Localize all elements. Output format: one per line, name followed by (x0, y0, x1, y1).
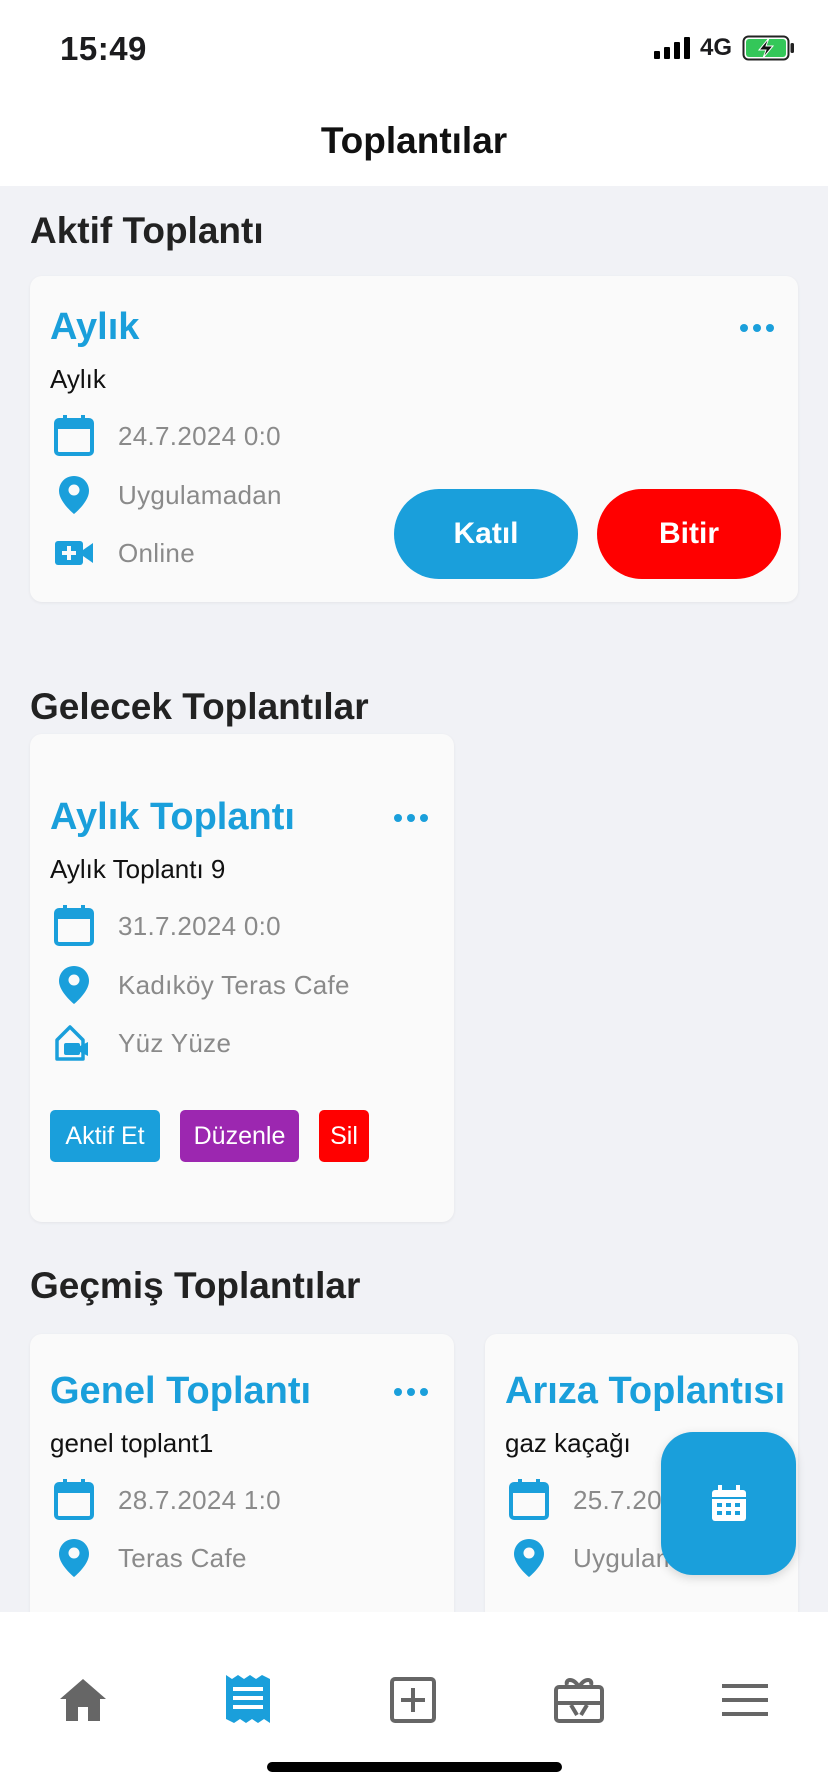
calendar-icon (711, 1484, 746, 1521)
tab-gifts[interactable] (551, 1672, 607, 1728)
activate-button[interactable]: Aktif Et (50, 1110, 160, 1162)
gift-card-icon (554, 1678, 604, 1723)
network-label: 4G (699, 34, 732, 61)
active-meeting-card[interactable]: Aylık Aylık 24.7.2024 0:0 Uygulamadan On… (30, 276, 798, 602)
location-pin-icon (50, 961, 98, 1009)
meeting-location: Uygulamadan (118, 479, 282, 510)
meeting-mode: Yüz Yüze (118, 1027, 232, 1058)
video-call-icon (50, 529, 98, 577)
meeting-subtitle: gaz kaçağı (505, 1428, 631, 1458)
calendar-icon (50, 902, 98, 950)
status-bar: 15:49 4G (0, 0, 828, 96)
meeting-title: Genel Toplantı (50, 1370, 312, 1412)
menu-icon (722, 1684, 768, 1716)
meeting-date: 25.7.20 (573, 1484, 662, 1515)
join-button[interactable]: Katıl (394, 489, 578, 579)
more-options-icon[interactable] (394, 1388, 428, 1396)
meeting-location: Kadıköy Teras Cafe (118, 969, 350, 1000)
meeting-title: Aylık Toplantı (50, 796, 295, 838)
tab-home[interactable] (55, 1672, 111, 1728)
meeting-subtitle: Aylık (50, 364, 106, 394)
home-indicator (267, 1762, 562, 1772)
meeting-room-icon (50, 1019, 98, 1067)
meeting-date: 28.7.2024 1:0 (118, 1484, 281, 1515)
meeting-date-row: 25.7.20 (505, 1476, 662, 1524)
end-button[interactable]: Bitir (597, 489, 781, 579)
location-pin-icon (50, 1534, 98, 1582)
meeting-location-row: Uygulam (505, 1534, 678, 1582)
signal-icon (653, 37, 690, 59)
meeting-subtitle: genel toplant1 (50, 1428, 214, 1458)
calendar-icon (505, 1476, 553, 1524)
tab-menu[interactable] (717, 1672, 773, 1728)
edit-button[interactable]: Düzenle (180, 1110, 299, 1162)
past-meetings-heading: Geçmiş Toplantılar (30, 1265, 361, 1306)
add-box-icon (390, 1677, 436, 1723)
more-options-icon[interactable] (740, 324, 774, 332)
meeting-mode-row: Online (50, 529, 195, 577)
battery-charging-icon (742, 35, 794, 61)
calendar-icon (50, 1476, 98, 1524)
status-indicators: 4G (653, 34, 796, 62)
status-time: 15:49 (60, 30, 147, 67)
receipt-icon (226, 1675, 270, 1723)
meeting-date: 24.7.2024 0:0 (118, 420, 281, 451)
page-title: Toplantılar (320, 120, 508, 161)
meeting-mode-row: Yüz Yüze (50, 1019, 231, 1067)
meeting-date: 31.7.2024 0:0 (118, 910, 281, 941)
delete-button[interactable]: Sil (319, 1110, 369, 1162)
navigation-bar: Toplantılar (0, 96, 828, 186)
upcoming-meeting-card[interactable]: Aylık Toplantı Aylık Toplantı 9 31.7.202… (30, 734, 454, 1222)
new-meeting-fab[interactable] (661, 1432, 796, 1575)
upcoming-meetings-heading: Gelecek Toplantılar (30, 686, 369, 727)
location-pin-icon (50, 471, 98, 519)
calendar-icon (50, 412, 98, 460)
meeting-date-row: 24.7.2024 0:0 (50, 412, 281, 460)
meeting-location-row: Uygulamadan (50, 471, 282, 519)
tab-add[interactable] (385, 1672, 441, 1728)
meeting-title: Aylık (50, 306, 140, 348)
tab-meetings[interactable] (220, 1672, 276, 1728)
meeting-location-row: Teras Cafe (50, 1534, 247, 1582)
meeting-location: Teras Cafe (118, 1542, 247, 1573)
more-options-icon[interactable] (394, 814, 428, 822)
meeting-subtitle: Aylık Toplantı 9 (50, 854, 226, 884)
home-icon (60, 1679, 106, 1721)
meeting-date-row: 28.7.2024 1:0 (50, 1476, 281, 1524)
meeting-location-row: Kadıköy Teras Cafe (50, 961, 350, 1009)
location-pin-icon (505, 1534, 553, 1582)
meeting-title: Arıza Toplantısı (505, 1370, 786, 1412)
meeting-date-row: 31.7.2024 0:0 (50, 902, 281, 950)
meeting-mode: Online (118, 537, 195, 568)
active-meeting-heading: Aktif Toplantı (30, 210, 264, 251)
